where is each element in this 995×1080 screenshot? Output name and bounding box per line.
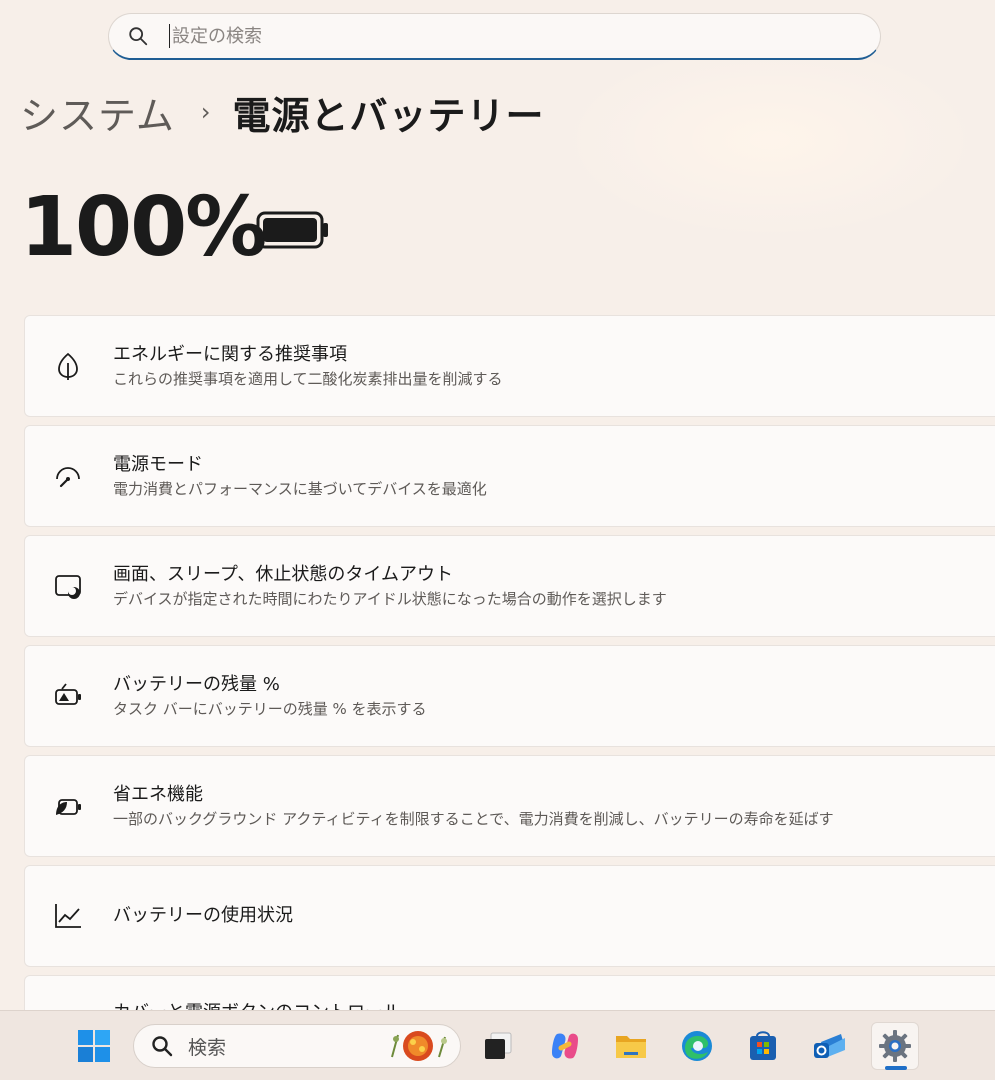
card-subtitle: これらの推奨事項を適用して二酸化炭素排出量を削減する	[113, 370, 503, 388]
microsoft-store-button[interactable]	[739, 1022, 787, 1070]
outlook-icon	[814, 1034, 845, 1058]
card-subtitle: 電力消費とパフォーマンスに基づいてデバイスを最適化	[113, 480, 487, 498]
active-app-indicator	[885, 1066, 907, 1070]
outlook-button[interactable]	[805, 1022, 853, 1070]
card-subtitle: タスク バーにバッテリーの残量 % を表示する	[113, 700, 427, 718]
page-title: 電源とバッテリー	[232, 93, 545, 138]
screen-sleep-icon	[55, 575, 81, 599]
card-battery-percentage[interactable]: バッテリーの残量 % タスク バーにバッテリーの残量 % を表示する	[24, 645, 995, 747]
leaf-icon	[58, 352, 78, 380]
card-subtitle: 一部のバックグラウンド アクティビティを制限することで、電力消費を削減し、バッテ…	[113, 810, 834, 828]
card-energy-recommendations[interactable]: エネルギーに関する推奨事項 これらの推奨事項を適用して二酸化炭素排出量を削減する	[24, 315, 995, 417]
card-title: 省エネ機能	[113, 784, 203, 805]
usage-chart-icon	[55, 904, 81, 928]
background-glow	[560, 40, 980, 240]
card-title: エネルギーに関する推奨事項	[113, 344, 347, 365]
file-explorer-icon	[616, 1036, 646, 1058]
card-title: 電源モード	[113, 454, 203, 475]
settings-search-box[interactable]	[108, 13, 881, 60]
settings-app-button[interactable]	[871, 1022, 919, 1070]
file-explorer-button[interactable]	[607, 1022, 655, 1070]
task-view-icon	[485, 1032, 512, 1059]
taskbar-search-label: 検索	[188, 1036, 227, 1059]
card-title: 画面、スリープ、休止状態のタイムアウト	[113, 564, 454, 585]
card-screen-sleep-timeout[interactable]: 画面、スリープ、休止状態のタイムアウト デバイスが指定された時間にわたりアイドル…	[24, 535, 995, 637]
battery-full-icon	[256, 211, 328, 249]
search-highlight-illustration-icon	[391, 1031, 447, 1061]
card-power-mode[interactable]: 電源モード 電力消費とパフォーマンスに基づいてデバイスを最適化	[24, 425, 995, 527]
settings-icon	[879, 1030, 911, 1062]
breadcrumb-parent-link[interactable]: システム	[20, 85, 175, 140]
card-battery-usage[interactable]: バッテリーの使用状況	[24, 865, 995, 967]
search-icon	[129, 27, 148, 46]
text-caret	[169, 24, 170, 48]
card-title: バッテリーの残量 %	[113, 674, 280, 695]
breadcrumb-separator: ›	[200, 98, 211, 126]
card-title: バッテリーの使用状況	[113, 905, 293, 926]
search-icon	[152, 1036, 173, 1057]
copilot-button[interactable]	[541, 1022, 589, 1070]
breadcrumb: システム › 電源とバッテリー	[20, 84, 545, 140]
card-subtitle: デバイスが指定された時間にわたりアイドル状態になった場合の動作を選択します	[113, 590, 667, 608]
settings-search-input[interactable]	[172, 25, 772, 47]
taskbar-search-box[interactable]: 検索	[133, 1024, 461, 1068]
task-view-button[interactable]	[474, 1022, 522, 1070]
store-icon	[750, 1031, 776, 1060]
battery-percentage: 100%	[20, 180, 267, 275]
battery-percent-icon	[55, 683, 81, 705]
edge-browser-button[interactable]	[673, 1022, 721, 1070]
copilot-icon	[552, 1033, 578, 1059]
windows-start-icon	[78, 1030, 110, 1062]
power-mode-gauge-icon	[56, 467, 80, 488]
card-energy-saver[interactable]: 省エネ機能 一部のバックグラウンド アクティビティを制限することで、電力消費を削…	[24, 755, 995, 857]
taskbar: 検索	[0, 1010, 995, 1080]
energy-saver-icon	[56, 799, 81, 815]
edge-icon	[682, 1031, 712, 1061]
start-button[interactable]	[70, 1022, 118, 1070]
